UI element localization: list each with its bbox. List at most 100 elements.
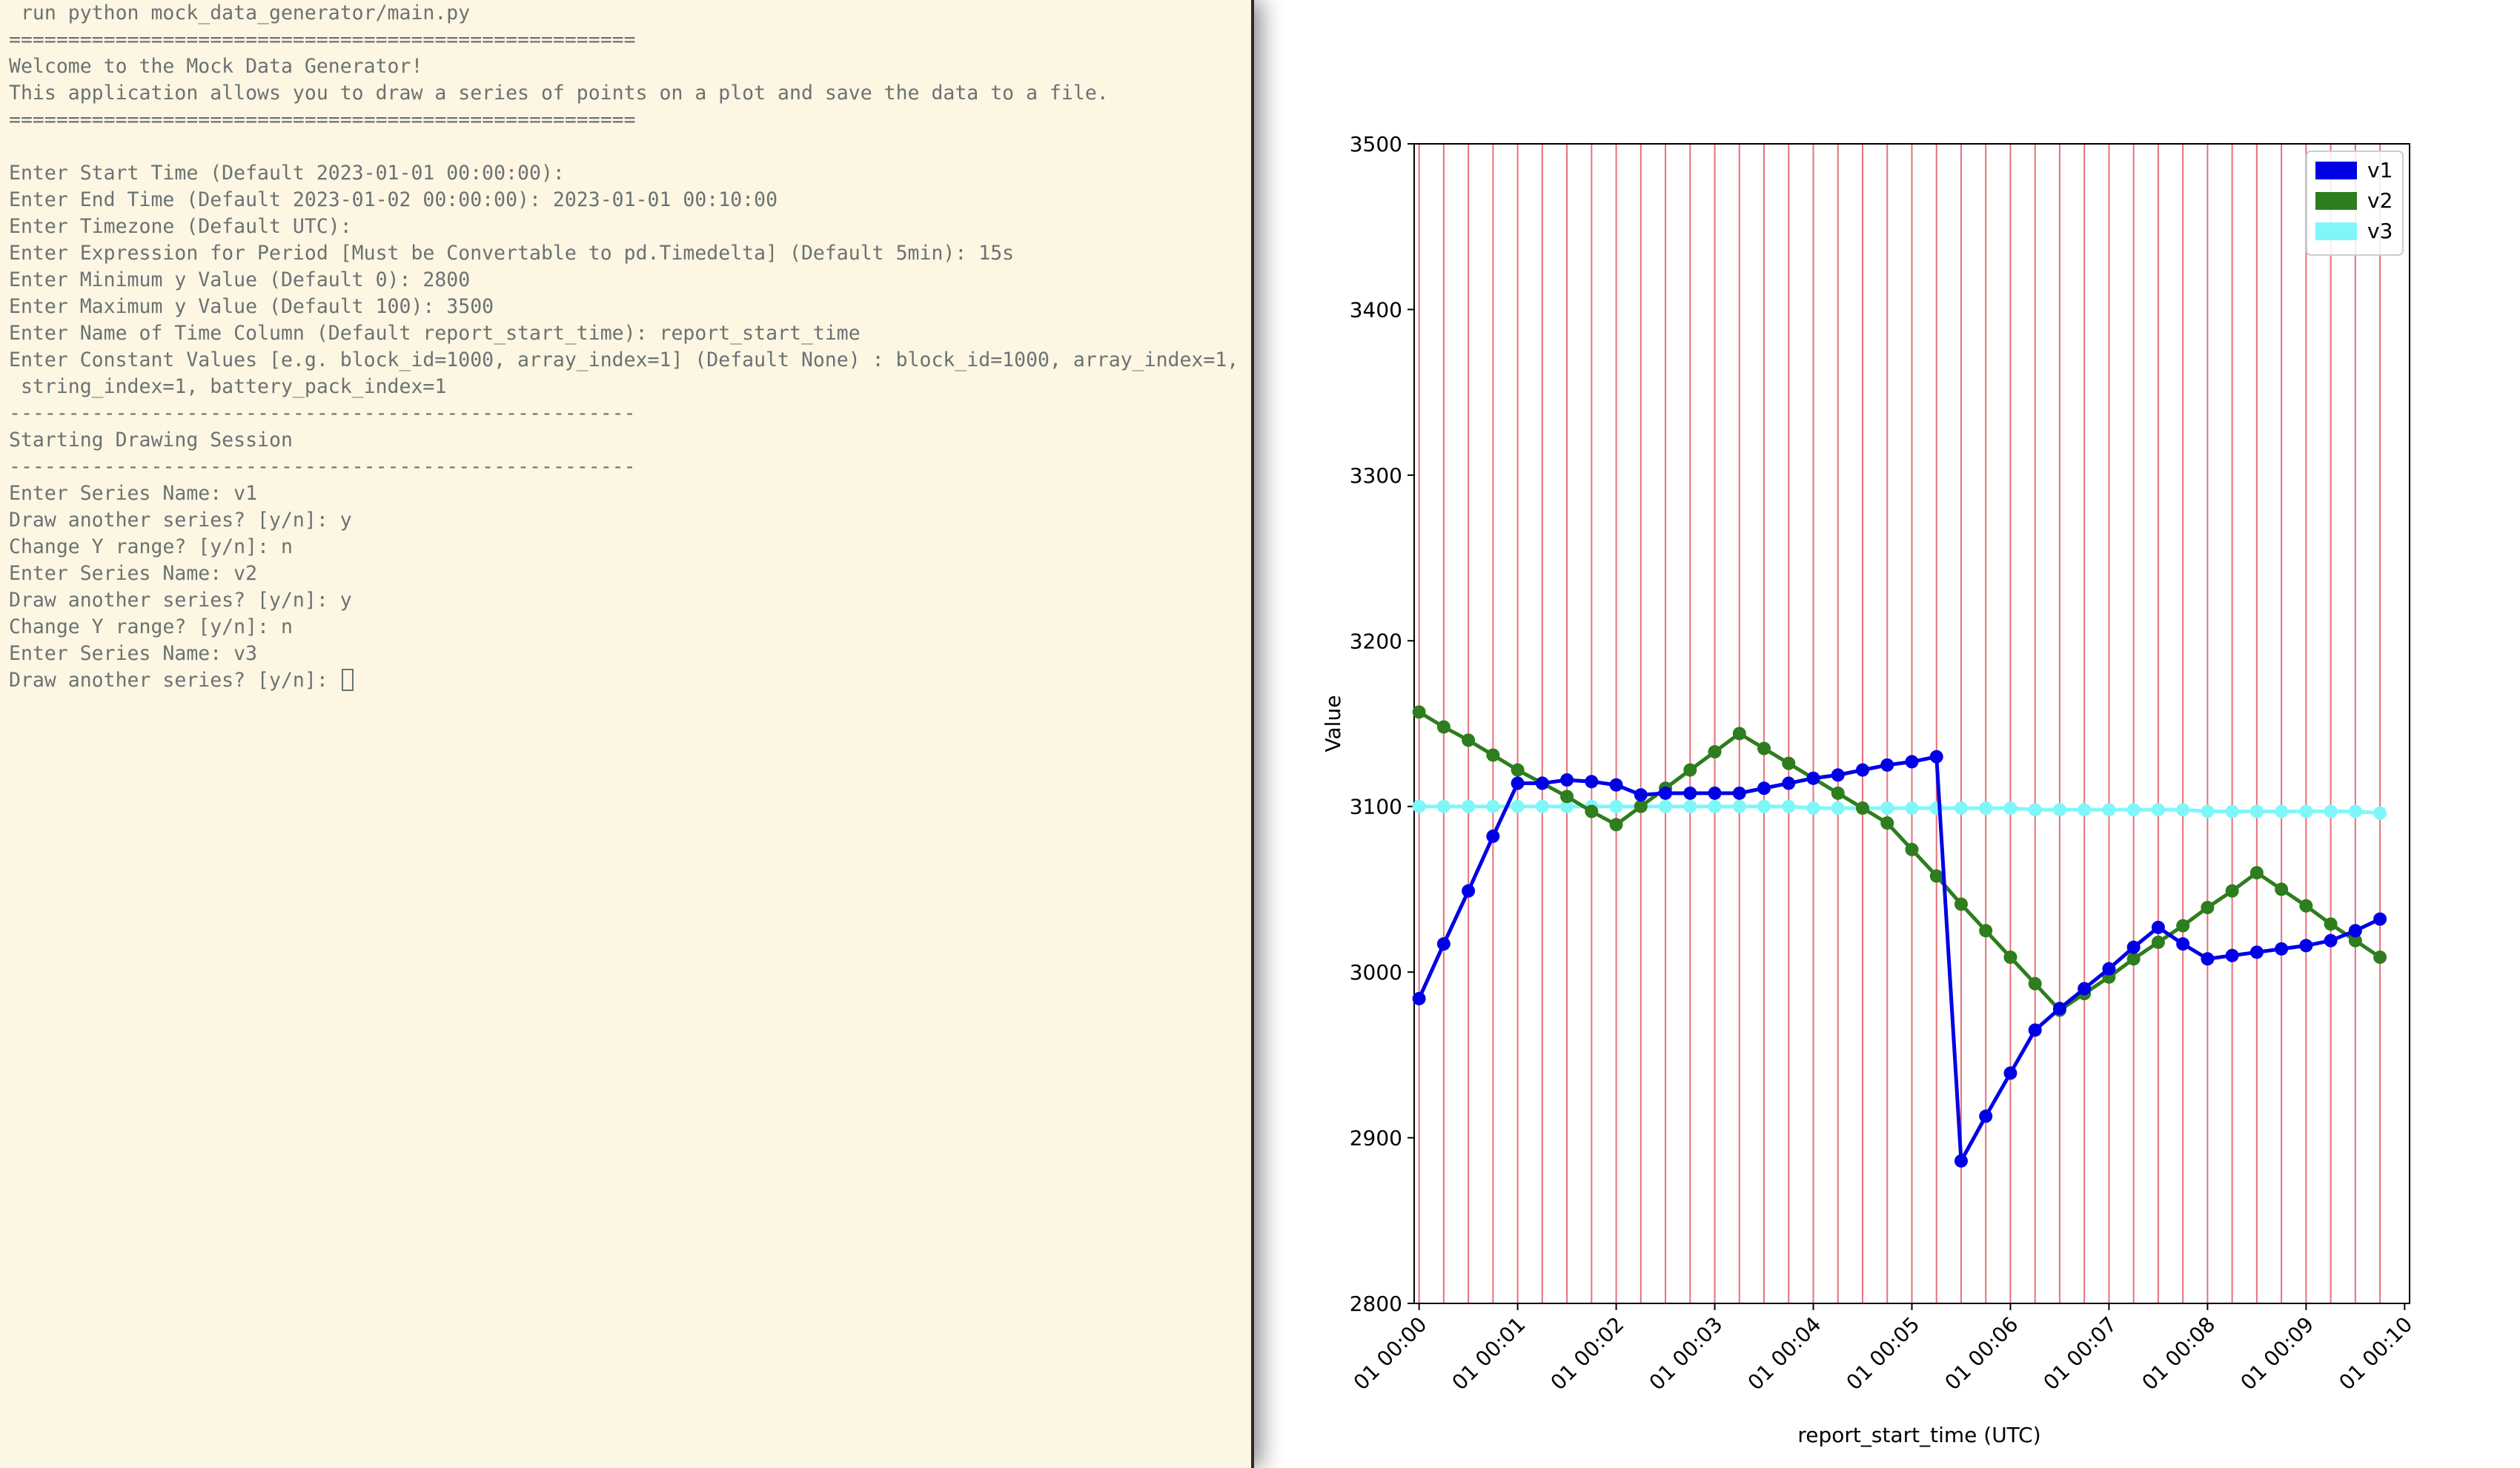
data-point-v1 bbox=[1609, 778, 1623, 792]
data-point-v1 bbox=[1979, 1109, 1993, 1123]
data-point-v3 bbox=[2275, 804, 2289, 819]
data-point-v3 bbox=[2348, 804, 2362, 819]
terminal-line: Enter Constant Values [e.g. block_id=100… bbox=[9, 348, 1239, 371]
data-point-v2 bbox=[1708, 744, 1722, 758]
legend-label-v3: v3 bbox=[2367, 219, 2393, 243]
data-point-v2 bbox=[2225, 884, 2239, 898]
terminal-line: Starting Drawing Session bbox=[9, 429, 293, 452]
data-point-v3 bbox=[2176, 803, 2190, 817]
terminal-line: Change Y range? [y/n]: n bbox=[9, 535, 293, 558]
terminal-line: Enter Series Name: v2 bbox=[9, 562, 258, 585]
data-point-v2 bbox=[2176, 919, 2190, 933]
data-point-v2 bbox=[2126, 952, 2141, 966]
data-point-v2 bbox=[2373, 950, 2387, 965]
data-point-v3 bbox=[1708, 799, 1722, 813]
data-point-v3 bbox=[2052, 803, 2066, 817]
data-point-v3 bbox=[1412, 799, 1426, 813]
x-axis-label: report_start_time (UTC) bbox=[1797, 1423, 2040, 1447]
data-point-v1 bbox=[1436, 937, 1450, 951]
data-point-v1 bbox=[2078, 982, 2092, 996]
terminal-line: Welcome to the Mock Data Generator! bbox=[9, 55, 423, 78]
data-point-v1 bbox=[1831, 768, 1845, 782]
data-point-v2 bbox=[1880, 816, 1894, 830]
data-point-v3 bbox=[1683, 799, 1697, 813]
data-point-v3 bbox=[1757, 799, 1771, 813]
data-point-v2 bbox=[2201, 901, 2215, 915]
data-point-v3 bbox=[2078, 803, 2092, 817]
terminal-window[interactable]: run python mock_data_generator/main.py ==… bbox=[0, 0, 1254, 1468]
legend-swatch-v2 bbox=[2315, 192, 2357, 210]
terminal-line: Enter End Time (Default 2023-01-02 00:00… bbox=[9, 188, 778, 211]
data-point-v1 bbox=[1486, 829, 1500, 843]
data-point-v3 bbox=[2201, 804, 2215, 819]
data-point-v2 bbox=[1905, 842, 1919, 856]
data-point-v1 bbox=[1462, 884, 1476, 898]
data-point-v2 bbox=[1732, 727, 1746, 741]
data-point-v3 bbox=[2373, 806, 2387, 820]
terminal-line: ========================================… bbox=[9, 28, 636, 51]
data-point-v3 bbox=[1880, 801, 1894, 815]
data-point-v2 bbox=[1511, 763, 1525, 777]
terminal-line: Change Y range? [y/n]: n bbox=[9, 615, 293, 638]
data-point-v1 bbox=[2249, 945, 2264, 959]
series-v3 bbox=[1412, 799, 2387, 820]
x-tick-label: 01 00:08 bbox=[2137, 1312, 2220, 1395]
data-point-v3 bbox=[1831, 801, 1845, 815]
vertical-grid-lines bbox=[1418, 144, 2381, 1303]
data-point-v3 bbox=[1436, 799, 1450, 813]
data-point-v3 bbox=[2003, 801, 2017, 815]
data-point-v1 bbox=[2052, 1002, 2066, 1016]
data-point-v1 bbox=[1806, 771, 1820, 785]
terminal-line: Enter Expression for Period [Must be Con… bbox=[9, 242, 1015, 265]
data-point-v1 bbox=[2348, 924, 2362, 938]
data-point-v1 bbox=[2003, 1066, 2017, 1080]
data-point-v1 bbox=[2299, 939, 2313, 953]
data-point-v2 bbox=[1856, 801, 1870, 815]
x-tick-label: 01 00:05 bbox=[1842, 1312, 1925, 1395]
terminal-line: Enter Name of Time Column (Default repor… bbox=[9, 322, 861, 345]
x-tick-label: 01 00:10 bbox=[2334, 1312, 2417, 1395]
plot-window[interactable]: 2800 2900 3000 3100 3200 3300 3400 3500 01 00:00… bbox=[1257, 0, 2520, 1468]
x-tick-label: 01 00:04 bbox=[1743, 1312, 1826, 1395]
terminal-prompt-line[interactable]: Draw another series? [y/n]: bbox=[9, 667, 1239, 694]
y-tick-label: 3300 bbox=[1350, 463, 1402, 488]
data-point-v1 bbox=[1683, 786, 1697, 800]
terminal-line: Enter Maximum y Value (Default 100): 350… bbox=[9, 295, 494, 318]
data-point-v3 bbox=[1954, 801, 1968, 815]
data-point-v2 bbox=[2028, 976, 2042, 991]
y-tick-label: 2900 bbox=[1350, 1126, 1402, 1151]
data-point-v1 bbox=[1585, 775, 1599, 789]
y-tick-label: 3000 bbox=[1350, 960, 1402, 985]
data-point-v2 bbox=[1560, 790, 1574, 804]
terminal-cursor bbox=[341, 669, 354, 691]
terminal-output: run python mock_data_generator/main.py ==… bbox=[9, 0, 1239, 694]
data-point-v1 bbox=[1511, 776, 1525, 790]
data-point-v2 bbox=[1436, 720, 1450, 734]
data-point-v3 bbox=[1732, 799, 1746, 813]
terminal-line: Enter Series Name: v3 bbox=[9, 642, 258, 665]
terminal-line: Enter Timezone (Default UTC): bbox=[9, 215, 352, 238]
data-point-v3 bbox=[1609, 799, 1623, 813]
x-tick-label: 01 00:07 bbox=[2039, 1312, 2122, 1395]
line-chart[interactable]: 2800 2900 3000 3100 3200 3300 3400 3500 01 00:00… bbox=[1257, 0, 2520, 1468]
data-point-v2 bbox=[1979, 924, 1993, 938]
data-point-v1 bbox=[1929, 750, 1943, 764]
data-point-v1 bbox=[2028, 1023, 2042, 1037]
data-point-v1 bbox=[1634, 788, 1648, 802]
data-point-v3 bbox=[1486, 799, 1500, 813]
data-point-v1 bbox=[2176, 937, 2190, 951]
terminal-prompt: Draw another series? [y/n]: bbox=[9, 669, 340, 692]
y-tick-label: 3100 bbox=[1350, 795, 1402, 819]
data-point-v1 bbox=[2102, 962, 2116, 976]
data-point-v2 bbox=[2299, 899, 2313, 913]
y-tick-label: 3400 bbox=[1350, 297, 1402, 322]
data-point-v1 bbox=[2126, 940, 2141, 954]
terminal-line: string_index=1, battery_pack_index=1 bbox=[9, 375, 447, 398]
data-point-v3 bbox=[1511, 799, 1525, 813]
data-point-v3 bbox=[1462, 799, 1476, 813]
terminal-line: ----------------------------------------… bbox=[9, 455, 636, 478]
data-point-v1 bbox=[1782, 776, 1796, 790]
data-point-v1 bbox=[1880, 758, 1894, 772]
data-point-v2 bbox=[1831, 786, 1845, 800]
legend-swatch-v3 bbox=[2315, 222, 2357, 240]
